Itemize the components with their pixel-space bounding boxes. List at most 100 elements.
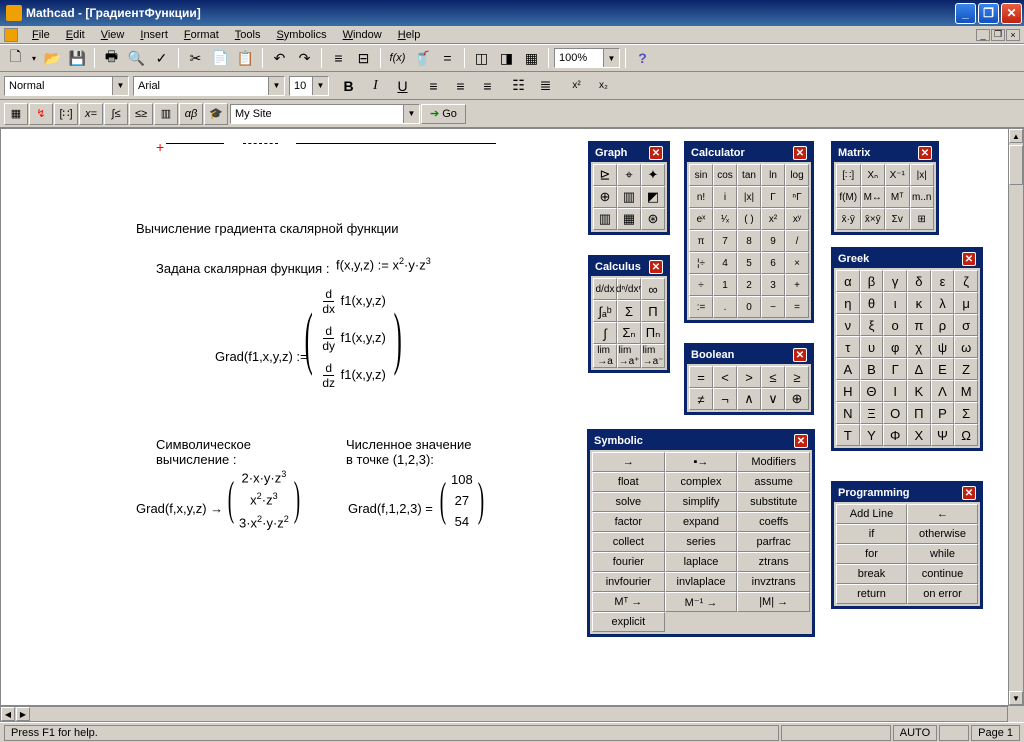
pbtn[interactable]: ε (931, 270, 955, 292)
pbtn[interactable]: τ (836, 336, 860, 358)
pbtn[interactable]: Ν (836, 402, 860, 424)
close-button[interactable]: ✕ (1001, 3, 1022, 24)
pbtn[interactable]: cos (713, 164, 737, 186)
pbtn[interactable]: Ω (954, 424, 978, 446)
scroll-thumb-v[interactable] (1009, 145, 1023, 185)
pbtn[interactable]: ∨ (761, 388, 785, 410)
style-combo[interactable]: Normal ▼ (4, 76, 129, 96)
pbtn[interactable]: Mᵀ → (592, 592, 665, 612)
pbtn[interactable]: Ο (883, 402, 907, 424)
matrix-close[interactable]: ✕ (918, 146, 932, 160)
pbtn[interactable]: Λ (931, 380, 955, 402)
pbtn[interactable]: while (907, 544, 978, 564)
mdi-restore[interactable]: ❐ (991, 29, 1005, 41)
pbtn[interactable]: m..n (910, 186, 935, 208)
pbtn[interactable]: Γ (761, 186, 785, 208)
pbtn[interactable]: ( ) (737, 208, 761, 230)
pbtn[interactable]: × (785, 252, 809, 274)
pbtn[interactable]: x̄×ȳ (861, 208, 886, 230)
surface-plot[interactable]: ⊕ (593, 186, 617, 208)
pbtn[interactable]: π (689, 230, 713, 252)
align2-button[interactable]: ⊟ (352, 47, 375, 69)
pbtn[interactable]: on error (907, 584, 978, 604)
numbers[interactable]: ≣ (534, 75, 557, 97)
pbtn[interactable]: 9 (761, 230, 785, 252)
pbtn[interactable]: Add Line (836, 504, 907, 524)
pbtn[interactable]: λ (931, 292, 955, 314)
greek-close[interactable]: ✕ (962, 252, 976, 266)
pbtn[interactable]: Η (836, 380, 860, 402)
italic-button[interactable]: I (364, 75, 387, 97)
calculus-palette[interactable]: Calculus✕ d/dx dⁿ/dxⁿ ∞ ∫ₐᵇ Σ Π ∫ Σₙ Πₙ … (588, 255, 670, 373)
pbtn[interactable]: collect (592, 532, 665, 552)
pbtn[interactable]: laplace (665, 552, 738, 572)
deriv[interactable]: d/dx (593, 278, 617, 300)
pbtn[interactable]: parfrac (737, 532, 810, 552)
save-button[interactable]: 💾 (66, 47, 89, 69)
pbtn[interactable]: solve (592, 492, 665, 512)
prod[interactable]: Π (641, 300, 665, 322)
pbtn[interactable]: Χ (907, 424, 931, 446)
pbtn[interactable]: ρ (931, 314, 955, 336)
pbtn[interactable]: |x| (910, 164, 935, 186)
fx-button[interactable]: f(x) (386, 47, 409, 69)
pbtn[interactable]: |x| (737, 186, 761, 208)
open-button[interactable]: 📂 (41, 47, 64, 69)
align-right[interactable]: ≡ (476, 75, 499, 97)
pbtn[interactable]: factor (592, 512, 665, 532)
pbtn[interactable]: Ι (883, 380, 907, 402)
pbtn[interactable]: ζ (954, 270, 978, 292)
pbtn[interactable]: xʸ (785, 208, 809, 230)
copy-button[interactable]: 📄 (209, 47, 232, 69)
symbolic-close[interactable]: ✕ (794, 434, 808, 448)
pbtn[interactable]: 1 (713, 274, 737, 296)
pbtn[interactable]: Ε (931, 358, 955, 380)
pbtn[interactable]: ψ (931, 336, 955, 358)
pbtn[interactable]: Μ (954, 380, 978, 402)
pbtn[interactable]: ι (883, 292, 907, 314)
help-button[interactable]: ? (631, 47, 654, 69)
pbtn[interactable]: i (713, 186, 737, 208)
new-dropdown[interactable]: ▾ (29, 47, 39, 69)
boolean-palette[interactable]: Boolean✕ =<>≤≥≠¬∧∨⊕ (684, 343, 814, 415)
lim[interactable]: lim→a (593, 344, 617, 368)
superscript[interactable]: x² (565, 75, 588, 97)
pbtn[interactable]: 8 (737, 230, 761, 252)
pbtn[interactable]: / (785, 230, 809, 252)
pbtn[interactable]: Β (860, 358, 884, 380)
bold-button[interactable]: B (337, 75, 360, 97)
bar-plot[interactable]: ▥ (593, 208, 617, 230)
font-combo[interactable]: Arial ▼ (133, 76, 285, 96)
zoom-plot[interactable]: ✦ (641, 164, 665, 186)
pbtn[interactable]: . (713, 296, 737, 318)
greek-palette[interactable]: Greek✕ αβγδεζηθικλμνξοπρστυφχψωΑΒΓΔΕΖΗΘΙ… (831, 247, 983, 451)
pbtn[interactable]: ▪→ (665, 452, 738, 472)
pbtn[interactable]: coeffs (737, 512, 810, 532)
pbtn[interactable]: ⊞ (910, 208, 935, 230)
pbtn[interactable]: η (836, 292, 860, 314)
prod-r[interactable]: Πₙ (641, 322, 665, 344)
matrix-palette[interactable]: Matrix✕ [∷]XₙX⁻¹|x|f(M)M↔Mᵀm..nx̄·ȳx̄×ȳΣ… (831, 141, 939, 235)
calculus-close[interactable]: ✕ (649, 260, 663, 274)
pbtn[interactable]: = (785, 296, 809, 318)
spell-button[interactable]: ✓ (150, 47, 173, 69)
menu-symbolics[interactable]: Symbolics (268, 27, 334, 43)
infinity[interactable]: ∞ (641, 278, 665, 300)
pbtn[interactable]: for (836, 544, 907, 564)
polar-plot[interactable]: ⌖ (617, 164, 641, 186)
pbtn[interactable]: ⁿΓ (785, 186, 809, 208)
calculus-palette-btn[interactable]: ∫≤ (104, 103, 128, 125)
pbtn[interactable]: ÷ (689, 274, 713, 296)
contour-plot[interactable]: ▥ (617, 186, 641, 208)
comp2-button[interactable]: ◨ (495, 47, 518, 69)
pbtn[interactable]: + (785, 274, 809, 296)
pbtn[interactable]: Θ (860, 380, 884, 402)
font-arrow[interactable]: ▼ (268, 77, 284, 95)
pbtn[interactable]: expand (665, 512, 738, 532)
size-combo[interactable]: 10 ▼ (289, 76, 329, 96)
redo-button[interactable]: ↷ (293, 47, 316, 69)
pbtn[interactable]: := (689, 296, 713, 318)
sum-r[interactable]: Σₙ (617, 322, 641, 344)
pbtn[interactable]: π (907, 314, 931, 336)
programming-close[interactable]: ✕ (962, 486, 976, 500)
